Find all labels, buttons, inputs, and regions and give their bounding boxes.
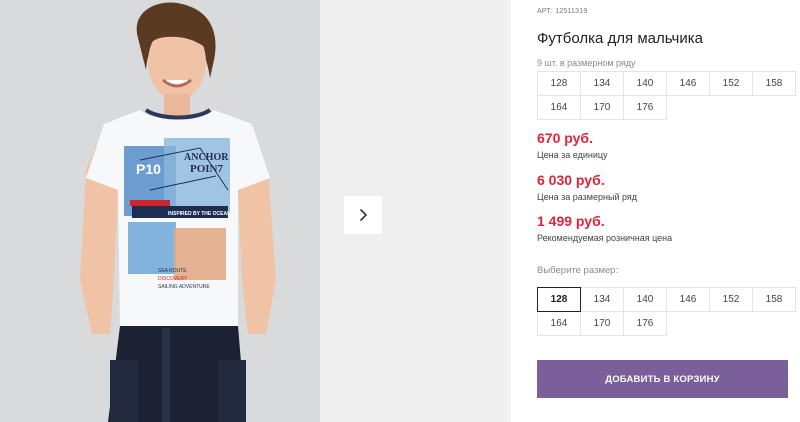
product-photo-illustration: P10 ANCHOR POIN7 INSPIRED BY THE OCEAN S…: [80, 2, 276, 422]
add-to-cart-button[interactable]: ДОБАВИТЬ В КОРЗИНУ: [537, 360, 788, 398]
set-size-cell: 134: [580, 71, 624, 96]
chevron-right-icon: [359, 208, 368, 222]
size-option-134[interactable]: 134: [580, 287, 624, 312]
set-price: 6 030 руб.: [537, 172, 605, 188]
size-option-128[interactable]: 128: [537, 287, 581, 312]
size-option-170[interactable]: 170: [580, 311, 624, 336]
shirt-print-anchor: ANCHOR: [184, 152, 229, 163]
retail-price-label: Рекомендуемая розничная цена: [537, 233, 673, 243]
choose-size-label: Выберите размер:: [537, 265, 619, 276]
set-size-cell: 146: [666, 71, 710, 96]
set-size-cell: 140: [623, 71, 667, 96]
divider: [509, 0, 510, 422]
shirt-print-sailing: SAILING ADVENTURE: [158, 284, 210, 290]
article-number: АРТ: 12511319: [537, 8, 588, 15]
size-option-176[interactable]: 176: [623, 311, 667, 336]
set-price-label: Цена за размерный ряд: [537, 192, 638, 202]
size-option-146[interactable]: 146: [666, 287, 710, 312]
retail-price: 1 499 руб.: [537, 213, 605, 229]
set-size-cell: 170: [580, 95, 624, 120]
shirt-print-discovery: DISCOVERY: [158, 276, 188, 282]
product-photo[interactable]: P10 ANCHOR POIN7 INSPIRED BY THE OCEAN S…: [0, 0, 320, 422]
shirt-print-sea-route: SEA ROUTE: [158, 268, 187, 274]
gallery-next-button[interactable]: [344, 196, 382, 234]
size-set-note: 9 шт. в размерном ряду: [537, 58, 636, 68]
product-gallery: P10 ANCHOR POIN7 INSPIRED BY THE OCEAN S…: [0, 0, 510, 422]
size-option-164[interactable]: 164: [537, 311, 581, 336]
product-title: Футболка для мальчика: [537, 30, 703, 47]
size-set-grid: 128 134 140 146 152 158 164 170 176: [537, 71, 796, 120]
set-size-cell: 176: [623, 95, 667, 120]
shirt-print-inspired: INSPIRED BY THE OCEAN: [168, 211, 231, 217]
set-size-cell: 152: [709, 71, 753, 96]
unit-price: 670 руб.: [537, 130, 593, 146]
shirt-print-p10: P10: [136, 161, 161, 177]
size-picker-grid: 128 134 140 146 152 158 164 170 176: [537, 287, 796, 336]
size-option-152[interactable]: 152: [709, 287, 753, 312]
set-size-cell: 128: [537, 71, 581, 96]
set-size-cell: 158: [752, 71, 796, 96]
unit-price-label: Цена за единицу: [537, 150, 608, 160]
size-option-158[interactable]: 158: [752, 287, 796, 312]
shirt-print-point: POIN7: [190, 163, 224, 175]
set-size-cell: 164: [537, 95, 581, 120]
size-option-140[interactable]: 140: [623, 287, 667, 312]
